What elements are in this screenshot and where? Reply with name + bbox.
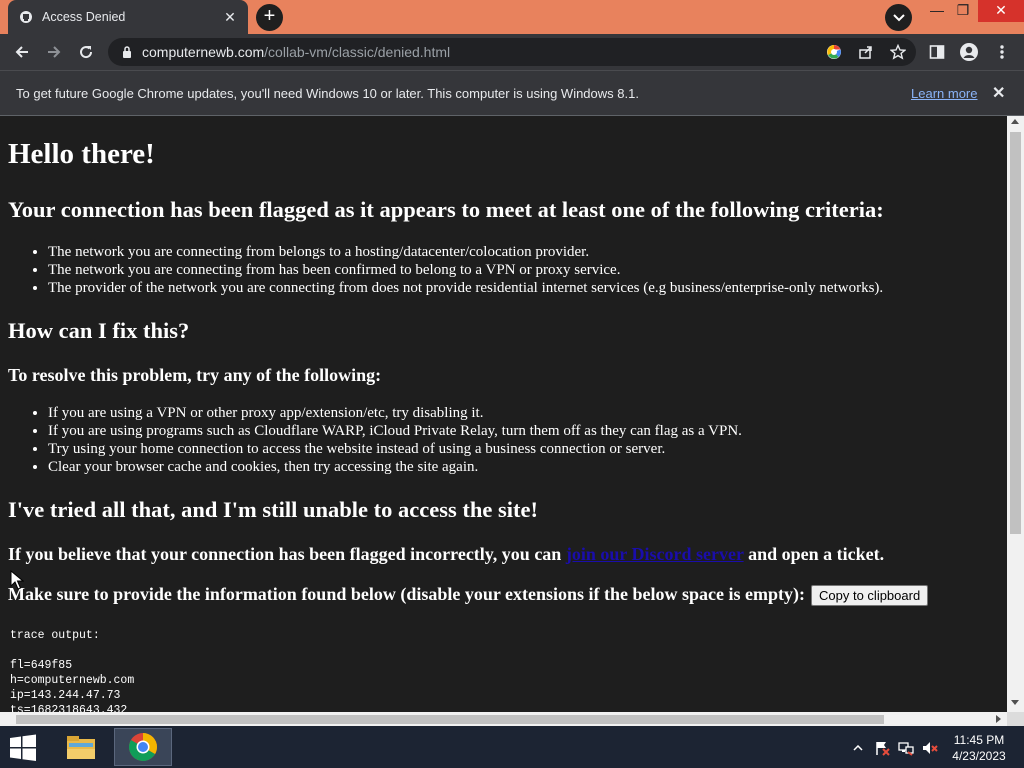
learn-more-link[interactable]: Learn more bbox=[911, 86, 977, 101]
scroll-down-icon[interactable] bbox=[1011, 700, 1019, 705]
taskbar-clock[interactable]: 11:45 PM 4/23/2023 bbox=[946, 732, 1012, 764]
folder-icon bbox=[67, 736, 95, 759]
address-bar[interactable]: computernewb.com/collab-vm/classic/denie… bbox=[108, 38, 916, 66]
incorrect-flag-text: If you believe that your connection has … bbox=[8, 544, 884, 565]
copy-to-clipboard-button[interactable]: Copy to clipboard bbox=[811, 585, 929, 607]
arrow-left-icon bbox=[15, 46, 28, 58]
trace-line: ip=143.244.47.73 bbox=[10, 689, 121, 702]
side-panel-button[interactable] bbox=[925, 40, 949, 64]
windows-taskbar: 11:45 PM 4/23/2023 bbox=[0, 726, 1024, 768]
window-close-button[interactable]: ✕ bbox=[978, 0, 1024, 22]
infobar-message: To get future Google Chrome updates, you… bbox=[16, 86, 639, 101]
volume-muted-icon[interactable] bbox=[922, 740, 938, 756]
url-host: computernewb.com bbox=[142, 44, 265, 60]
forward-button[interactable] bbox=[42, 40, 66, 64]
fixes-list: If you are using a VPN or other proxy ap… bbox=[48, 404, 742, 476]
list-item: If you are using programs such as Cloudf… bbox=[48, 422, 742, 440]
update-infobar: To get future Google Chrome updates, you… bbox=[0, 70, 1024, 116]
discord-link[interactable]: join our Discord server bbox=[566, 544, 744, 564]
scroll-right-icon[interactable] bbox=[996, 715, 1001, 723]
arrow-right-icon bbox=[48, 46, 61, 58]
browser-titlebar: Access Denied ✕ + — ❐ ✕ bbox=[0, 0, 1024, 34]
trace-label: trace output: bbox=[10, 629, 100, 642]
still-unable-heading: I've tried all that, and I'm still unabl… bbox=[8, 497, 538, 522]
url-path: /collab-vm/classic/denied.html bbox=[264, 44, 451, 60]
taskbar-file-explorer[interactable] bbox=[52, 728, 110, 766]
list-item: If you are using a VPN or other proxy ap… bbox=[48, 404, 742, 422]
reload-button[interactable] bbox=[74, 40, 98, 64]
fix-heading: How can I fix this? bbox=[8, 318, 190, 343]
clock-time: 11:45 PM bbox=[953, 733, 1005, 747]
list-item: The network you are connecting from has … bbox=[48, 261, 883, 279]
list-item: Try using your home connection to access… bbox=[48, 440, 742, 458]
profile-button[interactable] bbox=[957, 40, 981, 64]
page-content: Hello there! Your connection has been fl… bbox=[0, 116, 1007, 712]
list-item: The provider of the network you are conn… bbox=[48, 279, 883, 297]
trace-line: h=computernewb.com bbox=[10, 674, 135, 687]
resolve-heading: To resolve this problem, try any of the … bbox=[8, 365, 382, 385]
window-restore-button[interactable]: ❐ bbox=[948, 0, 978, 22]
mouse-cursor-icon bbox=[10, 570, 24, 590]
menu-button[interactable] bbox=[990, 40, 1014, 64]
flagged-heading: Your connection has been flagged as it a… bbox=[8, 197, 884, 222]
tab-title: Access Denied bbox=[42, 10, 126, 24]
tray-chevron-up-icon[interactable] bbox=[850, 740, 866, 756]
favicon-icon bbox=[18, 9, 34, 25]
bookmark-star-icon[interactable] bbox=[888, 42, 908, 62]
trace-line: fl=649f85 bbox=[10, 659, 73, 672]
windows-logo-icon bbox=[10, 734, 36, 761]
trace-line: ts=1682318643.432 bbox=[10, 704, 128, 712]
criteria-list: The network you are connecting from belo… bbox=[48, 243, 883, 297]
horizontal-scroll-thumb[interactable] bbox=[16, 715, 884, 724]
tab-close-icon[interactable]: ✕ bbox=[222, 9, 238, 26]
infobar-close-icon[interactable]: ✕ bbox=[992, 83, 1005, 103]
incorrect-prefix: If you believe that your connection has … bbox=[8, 544, 562, 564]
vertical-scrollbar[interactable] bbox=[1007, 116, 1024, 712]
reload-icon bbox=[80, 46, 93, 59]
page-title: Hello there! bbox=[8, 138, 155, 170]
kebab-menu-icon bbox=[1000, 45, 1004, 59]
share-icon[interactable] bbox=[856, 42, 876, 62]
avatar-icon bbox=[960, 43, 978, 61]
incorrect-suffix: and open a ticket. bbox=[748, 544, 885, 564]
clock-date: 4/23/2023 bbox=[952, 749, 1006, 763]
google-icon[interactable] bbox=[824, 42, 844, 62]
start-button[interactable] bbox=[8, 734, 38, 762]
horizontal-scrollbar[interactable] bbox=[0, 712, 1007, 726]
new-tab-button[interactable]: + bbox=[256, 4, 283, 31]
vertical-scroll-thumb[interactable] bbox=[1010, 132, 1021, 534]
chrome-icon bbox=[129, 733, 157, 761]
list-item: Clear your browser cache and cookies, th… bbox=[48, 458, 742, 476]
url-text: computernewb.com/collab-vm/classic/denie… bbox=[142, 44, 450, 60]
lock-icon bbox=[120, 45, 134, 59]
back-button[interactable] bbox=[10, 40, 34, 64]
network-icon[interactable] bbox=[898, 740, 914, 756]
action-center-flag-icon[interactable] bbox=[874, 740, 890, 756]
tab-search-button[interactable] bbox=[885, 4, 912, 31]
scroll-up-icon[interactable] bbox=[1011, 119, 1019, 124]
tab-access-denied[interactable]: Access Denied ✕ bbox=[8, 0, 248, 34]
trace-output: trace output: fl=649f85 h=computernewb.co… bbox=[10, 628, 134, 712]
browser-toolbar: computernewb.com/collab-vm/classic/denie… bbox=[0, 34, 1024, 70]
provide-info-text: Make sure to provide the information fou… bbox=[8, 584, 929, 607]
scrollbar-corner bbox=[1007, 712, 1024, 726]
chevron-down-icon bbox=[892, 13, 905, 21]
provide-info-label: Make sure to provide the information fou… bbox=[8, 584, 806, 604]
side-panel-icon bbox=[929, 45, 945, 59]
taskbar-chrome[interactable] bbox=[114, 728, 172, 766]
list-item: The network you are connecting from belo… bbox=[48, 243, 883, 261]
